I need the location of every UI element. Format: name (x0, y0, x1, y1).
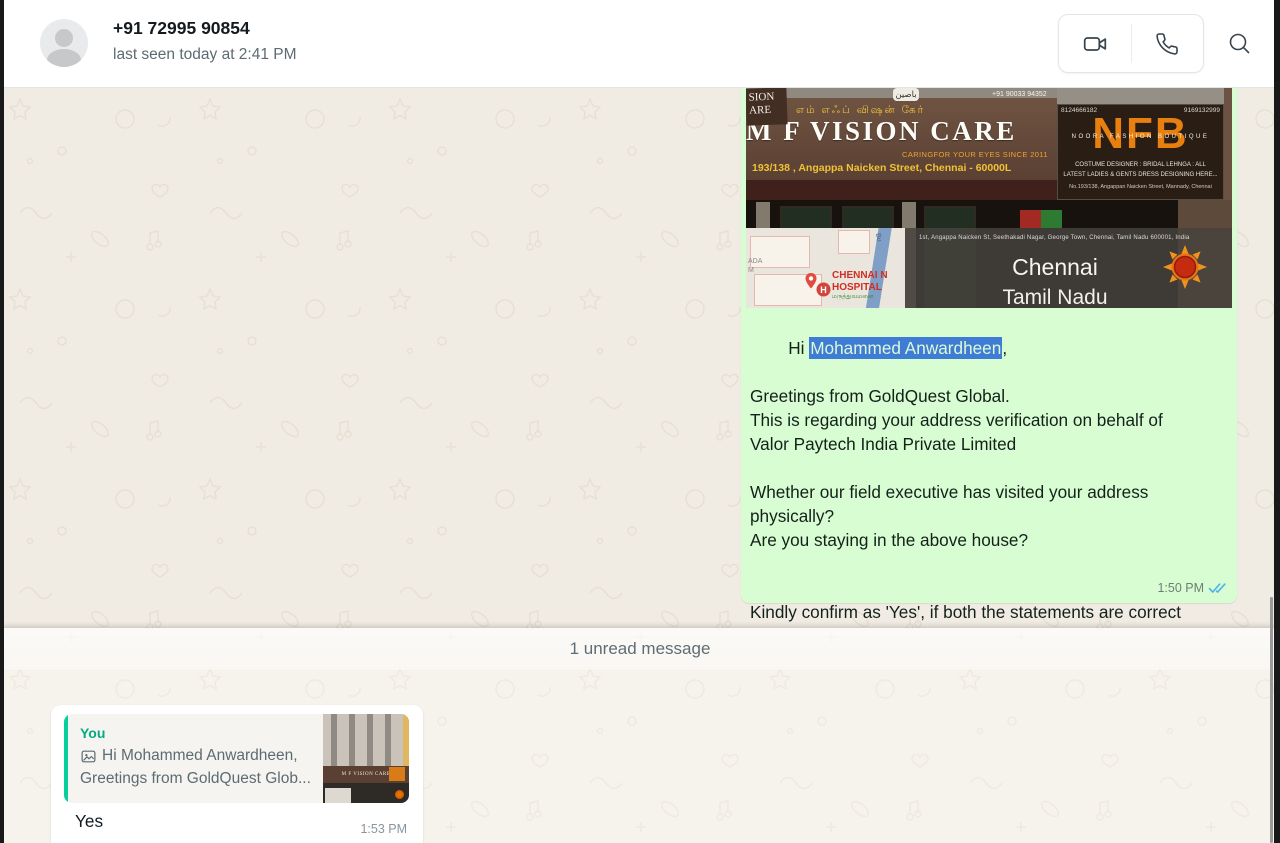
map-left-label: ADA (748, 258, 762, 265)
gps-stamp-icon (1161, 243, 1209, 291)
adjacent-sign-partial: SION ARE (746, 88, 788, 126)
hospital-marker-icon: H (816, 282, 831, 297)
map-inset: Bu ADA M H CHENNAI N HOSPITAL மருத்துவமன… (746, 228, 905, 308)
message-line: physically? (750, 504, 1228, 528)
message-line: This is regarding your address verificat… (750, 408, 1228, 432)
call-button-group (1058, 14, 1204, 73)
avatar-person-icon (55, 29, 73, 47)
boutique-sign-board: 8124666182 9169132999 NFB NOORA FASHION … (1057, 104, 1224, 200)
quoted-message[interactable]: You Hi Mohammed Anwardheen, Greetings fr… (64, 714, 409, 803)
window-left-edge (0, 0, 4, 843)
map-hospital-label-tamil: மருத்துவமனை (832, 294, 874, 301)
photo-icon (80, 748, 97, 765)
contact-avatar[interactable] (40, 19, 88, 67)
voice-call-button[interactable] (1132, 15, 1204, 72)
whatsapp-chat-window: 1 unread message எம் எஃப் விஷன் கேர் M F… (0, 0, 1280, 843)
message-line: Are you staying in the above house? (750, 528, 1228, 552)
quote-preview-line2: Greetings from GoldQuest Glob... (80, 770, 311, 788)
thumbnail-gps-dot (395, 790, 404, 799)
chat-header: +91 72995 90854 last seen today at 2:41 … (0, 0, 1280, 88)
unread-messages-label: 1 unread message (570, 639, 711, 659)
incoming-message-timestamp: 1:53 PM (360, 822, 407, 836)
boutique-name: NOORA FASHION BOUTIQUE (1057, 134, 1224, 140)
incoming-message-bubble[interactable]: You Hi Mohammed Anwardheen, Greetings fr… (51, 705, 423, 843)
arabic-plaque: باصين (893, 88, 919, 101)
boutique-line2: LATEST LADIES & GENTS DRESS DESIGNING HE… (1057, 172, 1224, 178)
flag-poster (1020, 210, 1062, 228)
window-right-edge (1274, 0, 1280, 843)
storefront-sign-address: 193/138 , Angappa Naicken Street, Chenna… (752, 162, 1011, 174)
incoming-message-text: Yes (75, 811, 103, 832)
map-road-label: Bu (874, 233, 882, 243)
message-timestamp: 1:50 PM (1157, 581, 1204, 595)
outgoing-message-text: Hi Mohammed Anwardheen, Greetings from G… (750, 312, 1228, 624)
contact-phone-number: +91 72995 90854 (113, 18, 250, 39)
svg-text:H: H (820, 285, 827, 295)
message-line (750, 552, 1228, 576)
geotag-state: Tamil Nadu (905, 286, 1205, 308)
geotag-address: 1st, Angappa Naicken St, Seethakadi Naga… (919, 235, 1189, 241)
quote-preview-line1: Hi Mohammed Anwardheen, (80, 747, 298, 765)
message-line: Greetings from GoldQuest Global. (750, 384, 1228, 408)
boutique-line3: No.193/138, Angappan Naicken Street, Man… (1057, 184, 1224, 190)
message-meta: 1:50 PM (1157, 581, 1227, 595)
quote-thumbnail: M F VISION CARE (323, 714, 409, 803)
map-left-label: M (748, 267, 754, 274)
map-hospital-label: CHENNAI N (832, 270, 888, 281)
message-line: Hi Mohammed Anwardheen, (750, 312, 1228, 384)
storefront-sign-board: எம் எஃப் விஷன் கேர் M F VISION CARE CARI… (746, 98, 1068, 182)
boutique-line1: COSTUME DESIGNER : BRIDAL LEHNGA : ALL (1057, 162, 1224, 168)
selected-text: Mohammed Anwardheen (809, 337, 1002, 359)
storefront-sign-tagline: CARINGFOR YOUR EYES SINCE 2011 (902, 150, 1048, 159)
search-button[interactable] (1221, 25, 1257, 61)
voice-call-icon (1155, 32, 1179, 56)
chat-scrollbar-thumb[interactable] (1270, 597, 1273, 843)
message-line: Whether our field executive has visited … (750, 480, 1228, 504)
outgoing-message-bubble[interactable]: எம் எஃப் விஷன் கேர் M F VISION CARE CARI… (741, 88, 1237, 603)
unread-messages-divider: 1 unread message (0, 628, 1280, 670)
read-receipt-double-check-icon (1208, 582, 1227, 594)
message-line (750, 456, 1228, 480)
message-line: Valor Paytech India Private Limited (750, 432, 1228, 456)
quote-author: You (80, 725, 105, 741)
message-photo-attachment[interactable]: எம் எஃப் விஷன் கேர் M F VISION CARE CARI… (746, 88, 1232, 308)
message-line (750, 576, 1228, 600)
sign-phone-number: +91 90033 94352 (992, 91, 1047, 98)
contact-last-seen: last seen today at 2:41 PM (113, 46, 297, 64)
video-call-button[interactable] (1059, 15, 1131, 72)
video-call-icon (1082, 31, 1108, 57)
map-hospital-label: HOSPITAL (832, 282, 882, 293)
geotag-city: Chennai (905, 254, 1205, 281)
search-icon (1227, 31, 1251, 55)
quote-accent-bar (64, 714, 68, 803)
message-line: Kindly confirm as 'Yes', if both the sta… (750, 600, 1228, 624)
